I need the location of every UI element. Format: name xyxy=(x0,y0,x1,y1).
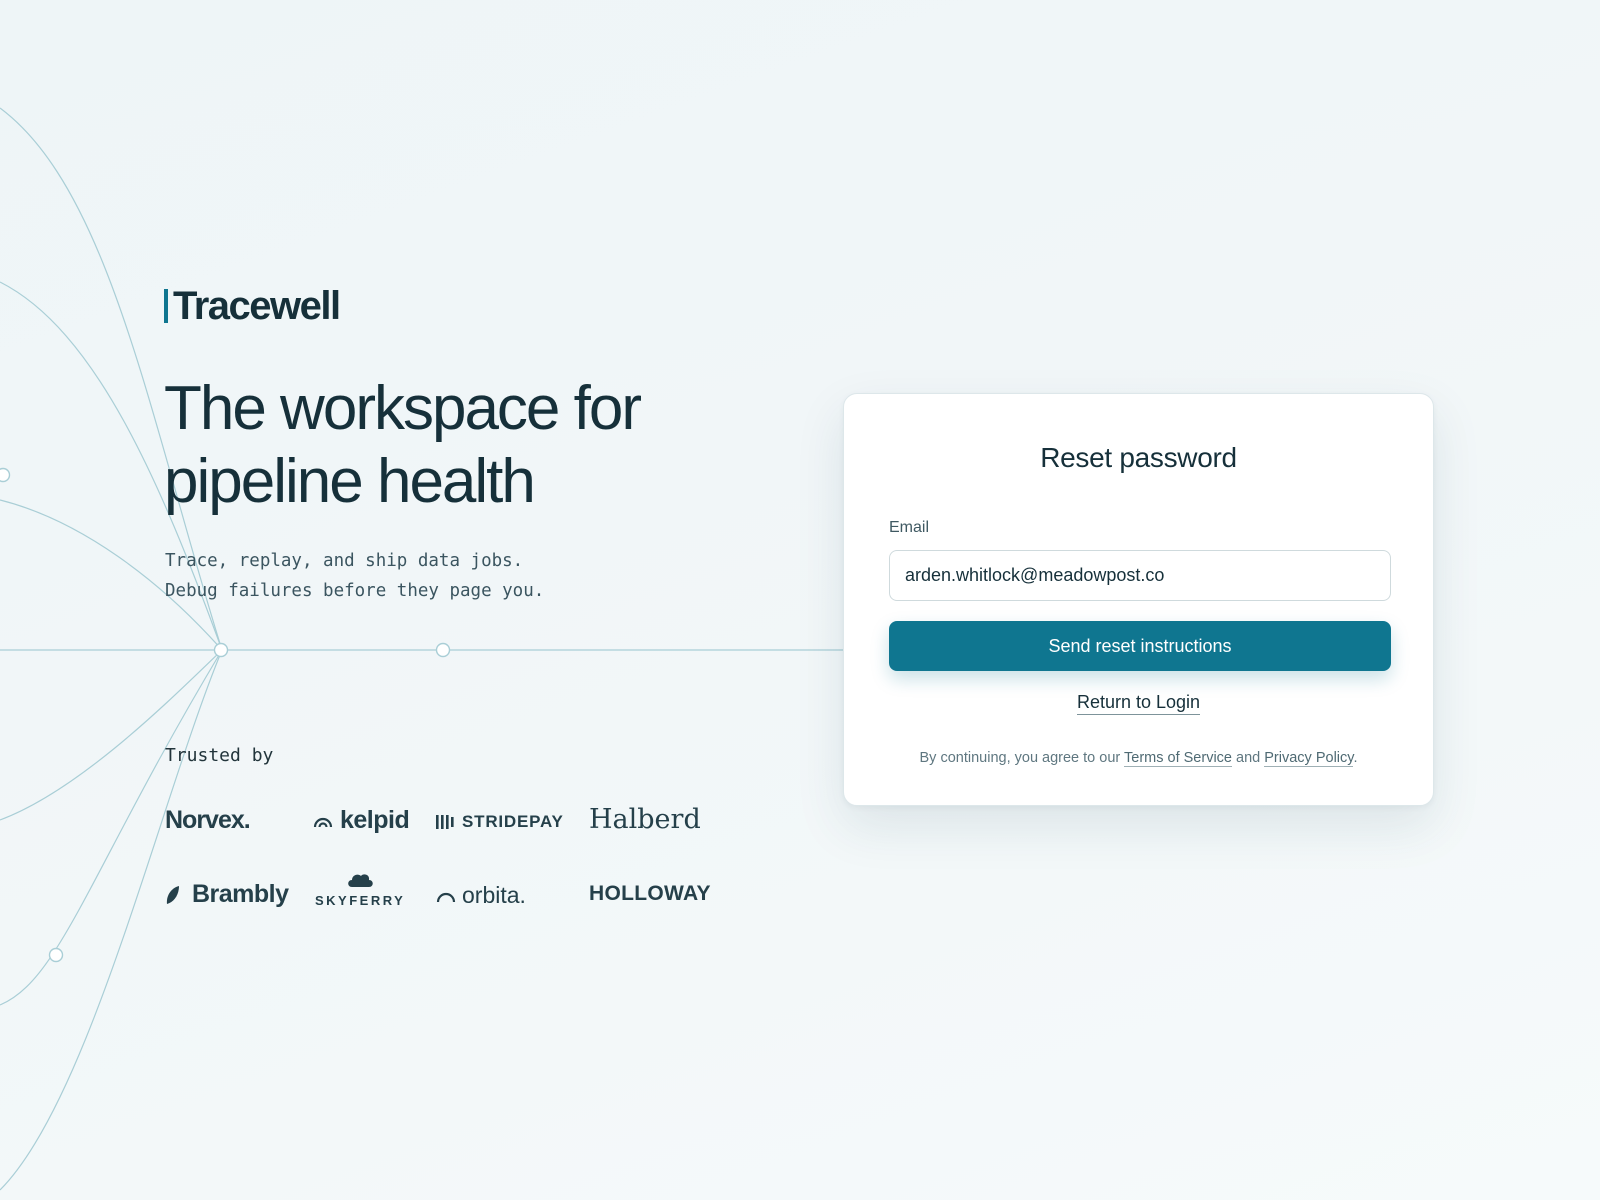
terms-of-service-link[interactable]: Terms of Service xyxy=(1124,750,1232,767)
return-to-login-link[interactable]: Return to Login xyxy=(1076,692,1201,715)
hero-headline-line-2: pipeline health xyxy=(164,447,536,516)
customer-logo-name: SKYFERRY xyxy=(315,893,406,908)
email-label: Email xyxy=(889,519,930,536)
legal-prefix: By continuing, you agree to our xyxy=(919,750,1121,766)
customer-logo-name: orbita. xyxy=(462,882,526,908)
hero-tagline: Trace, replay, and ship data jobs. Debug… xyxy=(165,546,544,606)
customer-logo-halberd: Halberd xyxy=(589,804,701,835)
privacy-policy-link[interactable]: Privacy Policy xyxy=(1264,750,1354,767)
customer-logo-name: HOLLOWAY xyxy=(589,882,711,905)
brand-logo: Tracewell xyxy=(164,284,341,328)
email-input[interactable] xyxy=(889,550,1391,601)
hero-headline: The workspace for pipeline health xyxy=(164,372,724,518)
leaf-icon xyxy=(166,885,180,905)
legal-notice: By continuing, you agree to our Terms of… xyxy=(844,750,1433,767)
cloud-icon xyxy=(346,872,374,888)
hero-headline-line-1: The workspace for xyxy=(164,374,642,443)
return-to-login-row: Return to Login xyxy=(844,692,1433,715)
customer-logo-brambly: Brambly xyxy=(166,880,289,909)
brand-name: Tracewell xyxy=(173,284,341,328)
hero-tagline-line-2: Debug failures before they page you. xyxy=(165,581,545,601)
trusted-by-label: Trusted by xyxy=(165,745,274,766)
bars-icon xyxy=(436,814,454,830)
customer-logo-name: kelpid xyxy=(340,806,410,834)
customer-logo-name: Brambly xyxy=(192,880,289,908)
customer-logo-skyferry: SKYFERRY xyxy=(315,872,405,908)
legal-and: and xyxy=(1236,750,1261,766)
orbit-arc-icon xyxy=(436,889,456,903)
brand-mark-icon xyxy=(164,289,168,323)
legal-suffix: . xyxy=(1353,750,1358,766)
reset-password-card: Reset password Email Send reset instruct… xyxy=(843,393,1434,806)
card-title: Reset password xyxy=(1040,442,1237,473)
customer-logo-kelpid: kelpid xyxy=(313,806,410,835)
customer-logo-holloway: HOLLOWAY xyxy=(589,882,711,906)
customer-logo-name: Halberd xyxy=(589,804,701,835)
customer-logo-stridepay: STRIDEPAY xyxy=(436,812,564,832)
customer-logo-name: STRIDEPAY xyxy=(462,812,564,831)
hero-tagline-line-1: Trace, replay, and ship data jobs. xyxy=(165,551,524,571)
customer-logo-name: Norvex. xyxy=(165,806,251,834)
send-reset-instructions-button[interactable]: Send reset instructions xyxy=(889,621,1391,671)
customer-logo-orbita: orbita. xyxy=(436,882,526,909)
customer-logo-norvex: Norvex. xyxy=(165,806,251,835)
arc-icon xyxy=(313,814,333,828)
